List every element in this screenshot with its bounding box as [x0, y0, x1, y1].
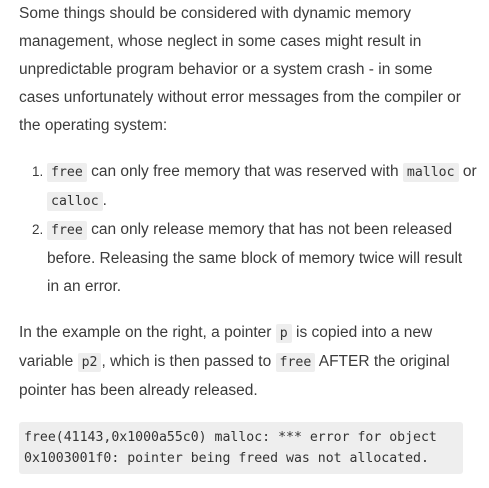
inline-code: free: [275, 353, 316, 372]
inline-code: calloc: [47, 192, 103, 211]
inline-code: p: [275, 324, 292, 343]
inline-code: p2: [77, 353, 102, 372]
inline-code: free: [47, 221, 87, 240]
error-output-block: free(41143,0x1000a55c0) malloc: *** erro…: [19, 422, 463, 474]
example-text: In the example on the right, a pointer: [19, 324, 276, 341]
list-item-text: can only free memory that was reserved w…: [86, 163, 403, 180]
list-item-text: can only release memory that has not bee…: [47, 221, 463, 295]
list-item: free can only release memory that has no…: [47, 216, 477, 301]
document-body: Some things should be considered with dy…: [0, 0, 489, 474]
rules-list: free can only free memory that was reser…: [19, 158, 477, 301]
example-paragraph: In the example on the right, a pointer p…: [19, 319, 477, 405]
example-text: , which is then passed to: [101, 353, 276, 370]
intro-paragraph: Some things should be considered with dy…: [19, 5, 461, 134]
inline-code: malloc: [402, 163, 459, 182]
list-item-text: .: [102, 192, 107, 209]
list-item-text: or: [458, 163, 477, 180]
list-item: free can only free memory that was reser…: [47, 158, 477, 216]
inline-code: free: [47, 163, 87, 182]
